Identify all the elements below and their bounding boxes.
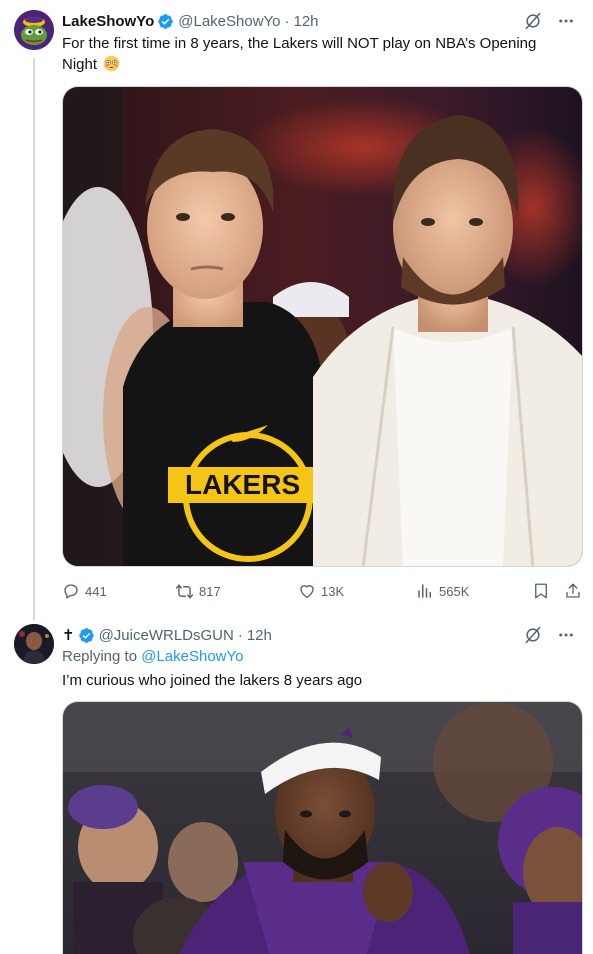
grok-icon[interactable] xyxy=(523,625,543,645)
views-count: 565K xyxy=(439,583,470,599)
author-handle[interactable]: @JuiceWRLDsGUN xyxy=(99,627,234,644)
repost-icon xyxy=(175,583,194,599)
bookmark-button[interactable] xyxy=(532,579,550,603)
flushed-face-emoji-icon xyxy=(103,55,120,72)
bookmark-icon xyxy=(535,583,547,599)
verified-badge-icon xyxy=(158,13,174,29)
tweet-text-content: I’m curious who joined the lakers 8 year… xyxy=(62,672,363,689)
views-chart-icon xyxy=(418,584,431,598)
tweet-text-content: For the first time in 8 years, the Laker… xyxy=(62,35,537,73)
tweet-text: I’m curious who joined the lakers 8 year… xyxy=(62,670,562,691)
author-name[interactable]: ✝ xyxy=(62,626,75,644)
reply-icon xyxy=(64,584,78,599)
timestamp[interactable]: 12h xyxy=(294,13,319,30)
header-separator: · xyxy=(284,12,290,30)
like-button[interactable]: 13K xyxy=(298,579,344,603)
tweet-reply-juicewrldsgun[interactable]: ✝ @JuiceWRLDsGUN · 12h Replying to @Lake… xyxy=(0,612,593,954)
heart-icon xyxy=(300,585,314,599)
photo-lakers-players: LAKERS xyxy=(63,87,582,566)
author-name[interactable]: LakeShowYo xyxy=(62,13,154,30)
repost-button[interactable]: 817 xyxy=(175,579,221,603)
avatar[interactable] xyxy=(14,10,54,50)
replying-to-link[interactable]: @LakeShowYo xyxy=(141,648,243,665)
verified-badge-icon xyxy=(78,627,94,643)
svg-text:LAKERS: LAKERS xyxy=(185,469,300,500)
profile-photo-icon xyxy=(14,624,54,664)
views-button[interactable]: 565K xyxy=(416,579,469,603)
repost-count: 817 xyxy=(199,583,221,599)
tweet-header: LakeShowYo @LakeShowYo · 12h xyxy=(62,10,575,32)
author-handle[interactable]: @LakeShowYo xyxy=(178,13,280,30)
tweet-header: ✝ @JuiceWRLDsGUN · 12h xyxy=(62,624,575,646)
photo-player-headband xyxy=(63,702,582,954)
tweet-lakeshowyo[interactable]: LakeShowYo @LakeShowYo · 12h For the fir… xyxy=(0,0,593,612)
avatar[interactable] xyxy=(14,624,54,664)
replying-to-line: Replying to @LakeShowYo xyxy=(62,648,243,665)
timestamp[interactable]: 12h xyxy=(247,627,272,644)
tweet-photo[interactable]: LAKERS xyxy=(62,86,583,567)
pepe-avatar-icon xyxy=(14,10,54,50)
tweet-photo[interactable] xyxy=(62,701,583,954)
more-options-icon[interactable] xyxy=(557,12,575,30)
like-count: 13K xyxy=(321,583,345,599)
replying-to-prefix: Replying to xyxy=(62,648,142,665)
tweet-actions: 441 817 13K 565K xyxy=(62,579,583,603)
tweet-text: For the first time in 8 years, the Laker… xyxy=(62,33,562,75)
share-icon xyxy=(566,583,580,598)
more-options-icon[interactable] xyxy=(557,626,575,644)
share-button[interactable] xyxy=(564,579,582,603)
header-separator: · xyxy=(237,626,243,644)
reply-button[interactable]: 441 xyxy=(62,579,107,603)
reply-count: 441 xyxy=(85,583,107,599)
grok-icon[interactable] xyxy=(523,11,543,31)
